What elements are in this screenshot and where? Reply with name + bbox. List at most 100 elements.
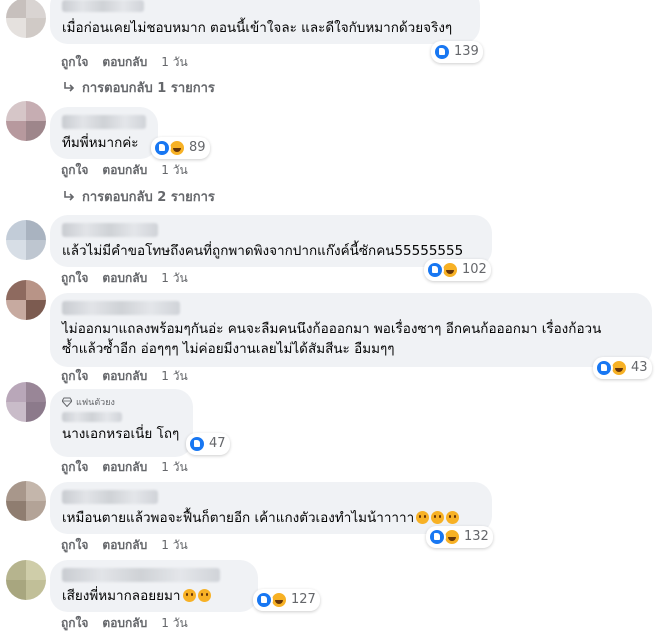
comment-actions: ถูกใจ ตอบกลับ 1 วัน xyxy=(61,162,188,178)
like-button[interactable]: ถูกใจ xyxy=(61,458,88,477)
avatar-pixel xyxy=(6,121,26,141)
like-reaction-icon xyxy=(428,528,446,546)
commenter-name-blurred[interactable] xyxy=(62,115,146,129)
avatar[interactable] xyxy=(6,481,46,521)
avatar-pixel xyxy=(26,240,46,260)
commenter-name-blurred[interactable] xyxy=(62,412,122,422)
avatar-pixel xyxy=(26,501,46,521)
comment-actions: ถูกใจ ตอบกลับ 1 วัน xyxy=(61,270,188,286)
comment-timestamp[interactable]: 1 วัน xyxy=(161,614,187,633)
commenter-name-blurred[interactable] xyxy=(62,568,220,582)
reaction-summary[interactable]: 102 xyxy=(424,259,491,281)
reaction-count: 132 xyxy=(464,529,489,544)
avatar-pixel xyxy=(6,280,26,300)
avatar[interactable] xyxy=(6,382,46,422)
comment-bubble: แฟนตัวยง นางเอกหรอเนี่ย โถๆ xyxy=(50,389,193,457)
avatar-pixel xyxy=(26,402,46,422)
diamond-icon xyxy=(62,397,72,407)
commenter-name-blurred[interactable] xyxy=(62,223,158,237)
comment-actions: ถูกใจ ตอบกลับ 1 วัน xyxy=(61,537,188,553)
like-button[interactable]: ถูกใจ xyxy=(61,269,88,288)
avatar-pixel xyxy=(6,560,26,580)
comment-text: ไม่ออกมาแถลงพร้อมๆกันอ่ะ คนจะลืมคนนึงก้อ… xyxy=(62,321,602,357)
reply-button[interactable]: ตอบกลับ xyxy=(102,367,147,386)
like-reaction-icon xyxy=(433,43,451,61)
avatar[interactable] xyxy=(6,0,46,38)
thinking-face-icon xyxy=(416,511,430,524)
comment-actions: ถูกใจ ตอบกลับ 1 วัน xyxy=(61,368,188,384)
replies-count-label: การตอบกลับ 1 รายการ xyxy=(82,80,215,96)
reply-button[interactable]: ตอบกลับ xyxy=(102,458,147,477)
like-reaction-icon xyxy=(595,359,613,377)
reaction-count: 43 xyxy=(631,360,648,375)
reply-button[interactable]: ตอบกลับ xyxy=(102,161,147,180)
like-button[interactable]: ถูกใจ xyxy=(61,161,88,180)
avatar-pixel xyxy=(6,580,26,600)
avatar-pixel xyxy=(26,121,46,141)
like-button[interactable]: ถูกใจ xyxy=(61,614,88,633)
comment-actions: ถูกใจ ตอบกลับ 1 วัน xyxy=(61,459,188,475)
view-replies-link[interactable]: การตอบกลับ 2 รายการ xyxy=(62,187,215,205)
avatar-pixel xyxy=(6,18,26,38)
avatar-pixel xyxy=(6,300,26,320)
comment-text: เมื่อก่อนเคยไม่ชอบหมาก ตอนนี้เข้าใจละ แล… xyxy=(62,20,453,36)
commenter-name-blurred[interactable] xyxy=(62,0,144,12)
reaction-count: 102 xyxy=(462,262,487,277)
top-fan-badge[interactable]: แฟนตัวยง xyxy=(62,395,181,409)
commenter-name-blurred[interactable] xyxy=(62,490,158,504)
comment-bubble: เสียงพี่หมากลอยยมา xyxy=(50,560,258,612)
reaction-summary[interactable]: 139 xyxy=(431,41,483,63)
reaction-summary[interactable]: 43 xyxy=(593,357,652,379)
comment-timestamp[interactable]: 1 วัน xyxy=(161,161,187,180)
commenter-name-blurred[interactable] xyxy=(62,301,180,315)
comment-text: แล้วไม่มีคำขอโทษถึงคนที่ถูกพาดพิงจากปากแ… xyxy=(62,243,464,259)
avatar[interactable] xyxy=(6,101,46,141)
avatar-pixel xyxy=(26,481,46,501)
top-fan-label: แฟนตัวยง xyxy=(76,398,115,408)
reaction-summary[interactable]: 127 xyxy=(253,589,320,611)
reaction-summary[interactable]: 89 xyxy=(151,137,210,159)
avatar-pixel xyxy=(26,220,46,240)
like-button[interactable]: ถูกใจ xyxy=(61,367,88,386)
like-button[interactable]: ถูกใจ xyxy=(61,536,88,555)
avatar-pixel xyxy=(26,0,46,18)
rolling-laughing-icon xyxy=(182,589,196,602)
avatar-pixel xyxy=(6,240,26,260)
reaction-summary[interactable]: 132 xyxy=(426,526,493,548)
comment-timestamp[interactable]: 1 วัน xyxy=(161,458,187,477)
avatar[interactable] xyxy=(6,560,46,600)
reply-arrow-icon xyxy=(64,82,75,92)
comment-timestamp[interactable]: 1 วัน xyxy=(161,53,187,72)
avatar[interactable] xyxy=(6,220,46,260)
avatar-pixel xyxy=(6,101,26,121)
reply-button[interactable]: ตอบกลับ xyxy=(102,269,147,288)
comment-text-body: เสียงพี่หมากลอยยมา xyxy=(62,588,181,604)
like-button[interactable]: ถูกใจ xyxy=(61,53,88,72)
reply-arrow-icon xyxy=(64,191,75,201)
comment-bubble: ไม่ออกมาแถลงพร้อมๆกันอ่ะ คนจะลืมคนนึงก้อ… xyxy=(50,293,652,367)
like-reaction-icon xyxy=(153,139,171,157)
comment-timestamp[interactable]: 1 วัน xyxy=(161,367,187,386)
view-replies-link[interactable]: การตอบกลับ 1 รายการ xyxy=(62,78,215,96)
comment-text: เหมือนตายแล้วพอจะฟื้นก็ตายอีก เค้าแกงตัว… xyxy=(62,508,480,528)
reply-button[interactable]: ตอบกลับ xyxy=(102,53,147,72)
avatar-pixel xyxy=(26,300,46,320)
avatar-pixel xyxy=(26,101,46,121)
reply-button[interactable]: ตอบกลับ xyxy=(102,536,147,555)
comment-text-body: เหมือนตายแล้วพอจะฟื้นก็ตายอีก เค้าแกงตัว… xyxy=(62,510,415,526)
avatar-pixel xyxy=(26,560,46,580)
comment-bubble: ทีมพี่หมากค่ะ xyxy=(50,107,158,159)
comment-timestamp[interactable]: 1 วัน xyxy=(161,269,187,288)
comment-timestamp[interactable]: 1 วัน xyxy=(161,536,187,555)
comment-actions: ถูกใจ ตอบกลับ 1 วัน xyxy=(61,54,188,70)
comment-bubble: เหมือนตายแล้วพอจะฟื้นก็ตายอีก เค้าแกงตัว… xyxy=(50,482,492,534)
like-reaction-icon xyxy=(188,435,206,453)
reply-button[interactable]: ตอบกลับ xyxy=(102,614,147,633)
comment-bubble: เมื่อก่อนเคยไม่ชอบหมาก ตอนนี้เข้าใจละ แล… xyxy=(50,0,480,44)
avatar[interactable] xyxy=(6,280,46,320)
reaction-summary[interactable]: 47 xyxy=(186,433,230,455)
avatar-pixel xyxy=(6,501,26,521)
comment-actions: ถูกใจ ตอบกลับ 1 วัน xyxy=(61,615,188,631)
reaction-count: 89 xyxy=(189,140,206,155)
comment-text: ทีมพี่หมากค่ะ xyxy=(62,135,139,151)
